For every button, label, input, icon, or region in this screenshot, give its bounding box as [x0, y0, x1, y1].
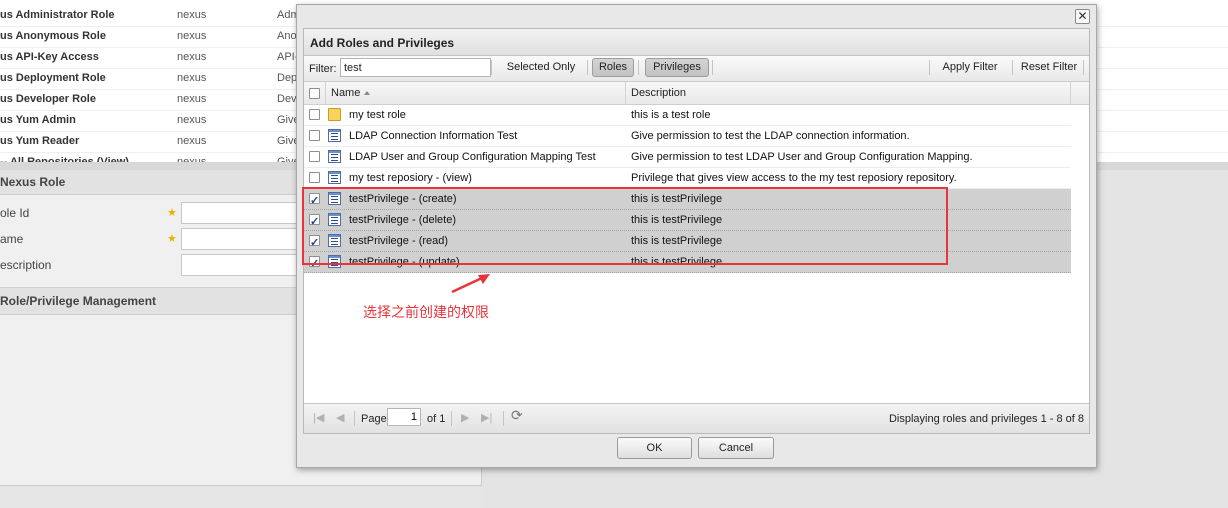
- role-source: nexus: [177, 72, 207, 84]
- toolbar-divider: [638, 60, 639, 75]
- toolbar-divider: [503, 411, 504, 426]
- page-number-input[interactable]: [387, 408, 421, 426]
- role-name: us Anonymous Role: [0, 30, 106, 42]
- reset-filter-button[interactable]: Reset Filter: [1017, 58, 1081, 77]
- toolbar-divider: [587, 60, 588, 75]
- row-checkbox[interactable]: [309, 109, 320, 120]
- role-source: nexus: [177, 93, 207, 105]
- role-name: us Deployment Role: [0, 72, 106, 84]
- highlight-box: [302, 187, 948, 265]
- dialog-title: Add Roles and Privileges: [304, 29, 1089, 56]
- role-desc: Ano: [277, 30, 297, 42]
- folder-icon: [328, 108, 341, 121]
- role-source: nexus: [177, 135, 207, 147]
- row-description: this is a test role: [631, 109, 711, 121]
- role-id-label: ole Id: [0, 206, 30, 220]
- toolbar-divider: [451, 411, 452, 426]
- required-star-icon: ★: [167, 233, 177, 245]
- role-source: nexus: [177, 30, 207, 42]
- role-source: nexus: [177, 51, 207, 63]
- description-label: escription: [0, 258, 52, 272]
- selected-only-button[interactable]: Selected Only: [497, 58, 585, 77]
- last-page-icon[interactable]: ▶|: [481, 412, 492, 424]
- privilege-icon: [328, 171, 341, 184]
- role-source: nexus: [177, 114, 207, 126]
- annotation-arrow-icon: [451, 274, 490, 294]
- role-source: nexus: [177, 156, 207, 162]
- prev-page-icon[interactable]: ◀: [336, 412, 344, 424]
- role-name: us API-Key Access: [0, 51, 99, 63]
- name-column-header[interactable]: Name: [326, 82, 626, 104]
- refresh-icon[interactable]: ⟳: [511, 408, 523, 422]
- first-page-icon[interactable]: |◀: [313, 412, 324, 424]
- role-desc: Dev: [277, 93, 297, 105]
- privilege-icon: [328, 150, 341, 163]
- next-page-icon[interactable]: ▶: [461, 412, 469, 424]
- select-all-header: [304, 82, 326, 104]
- row-checkbox[interactable]: [309, 130, 320, 141]
- toolbar-divider: [491, 60, 492, 75]
- annotation-text: 选择之前创建的权限: [363, 305, 489, 321]
- cancel-button[interactable]: Cancel: [698, 437, 774, 459]
- name-column-label: Name: [331, 87, 361, 99]
- row-checkbox[interactable]: [309, 172, 320, 183]
- row-description: Give permission to test LDAP User and Gr…: [631, 151, 973, 163]
- role-name: us Yum Reader: [0, 135, 80, 147]
- grid-header: Name Description: [304, 82, 1089, 105]
- row-name: my test role: [349, 109, 406, 121]
- paging-toolbar: |◀ ◀ Page of 1 ▶ ▶| ⟳ Displaying roles a…: [304, 403, 1089, 433]
- filter-label: Filter:: [309, 63, 337, 75]
- required-star-icon: ★: [167, 207, 177, 219]
- list-item[interactable]: LDAP Connection Information Test Give pe…: [304, 126, 1071, 147]
- grid-scroll-area[interactable]: [1071, 105, 1088, 401]
- apply-filter-button[interactable]: Apply Filter: [934, 58, 1006, 77]
- role-desc: Dep: [277, 72, 298, 84]
- description-column-header[interactable]: Description: [626, 82, 1071, 104]
- toolbar-divider: [1083, 60, 1084, 75]
- privilege-icon: [328, 129, 341, 142]
- name-label: ame: [0, 232, 24, 246]
- paging-info: Displaying roles and privileges 1 - 8 of…: [888, 413, 1084, 425]
- list-item[interactable]: my test role this is a test role: [304, 105, 1071, 126]
- ok-button[interactable]: OK: [617, 437, 692, 459]
- row-name: LDAP User and Group Configuration Mappin…: [349, 151, 596, 163]
- toolbar-divider: [712, 60, 713, 75]
- list-item[interactable]: LDAP User and Group Configuration Mappin…: [304, 147, 1071, 168]
- page-label: Page: [361, 413, 387, 425]
- close-icon[interactable]: ✕: [1075, 9, 1090, 24]
- role-name: us Developer Role: [0, 93, 96, 105]
- row-description: Give permission to test the LDAP connect…: [631, 130, 910, 142]
- filter-toolbar: Filter: Selected Only Roles Privileges A…: [304, 56, 1089, 82]
- toolbar-divider: [929, 60, 930, 75]
- page-count-label: of 1: [427, 413, 446, 425]
- toolbar-divider: [1012, 60, 1013, 75]
- row-description: Privilege that gives view access to the …: [631, 172, 957, 184]
- row-name: my test reposiory - (view): [349, 172, 472, 184]
- sort-asc-icon: [364, 91, 371, 96]
- role-name: us Administrator Role: [0, 9, 115, 21]
- filter-input[interactable]: [340, 58, 491, 77]
- select-all-checkbox[interactable]: [309, 88, 320, 99]
- role-name: -- All Repositories (View): [0, 156, 129, 162]
- list-item[interactable]: my test reposiory - (view) Privilege tha…: [304, 168, 1071, 189]
- description-column-label: Description: [631, 87, 687, 99]
- role-name: us Yum Admin: [0, 114, 76, 126]
- roles-toggle-button[interactable]: Roles: [592, 58, 634, 77]
- role-source: nexus: [177, 9, 207, 21]
- row-checkbox[interactable]: [309, 151, 320, 162]
- toolbar-divider: [354, 411, 355, 426]
- row-name: LDAP Connection Information Test: [349, 130, 518, 142]
- privileges-toggle-button[interactable]: Privileges: [645, 58, 709, 77]
